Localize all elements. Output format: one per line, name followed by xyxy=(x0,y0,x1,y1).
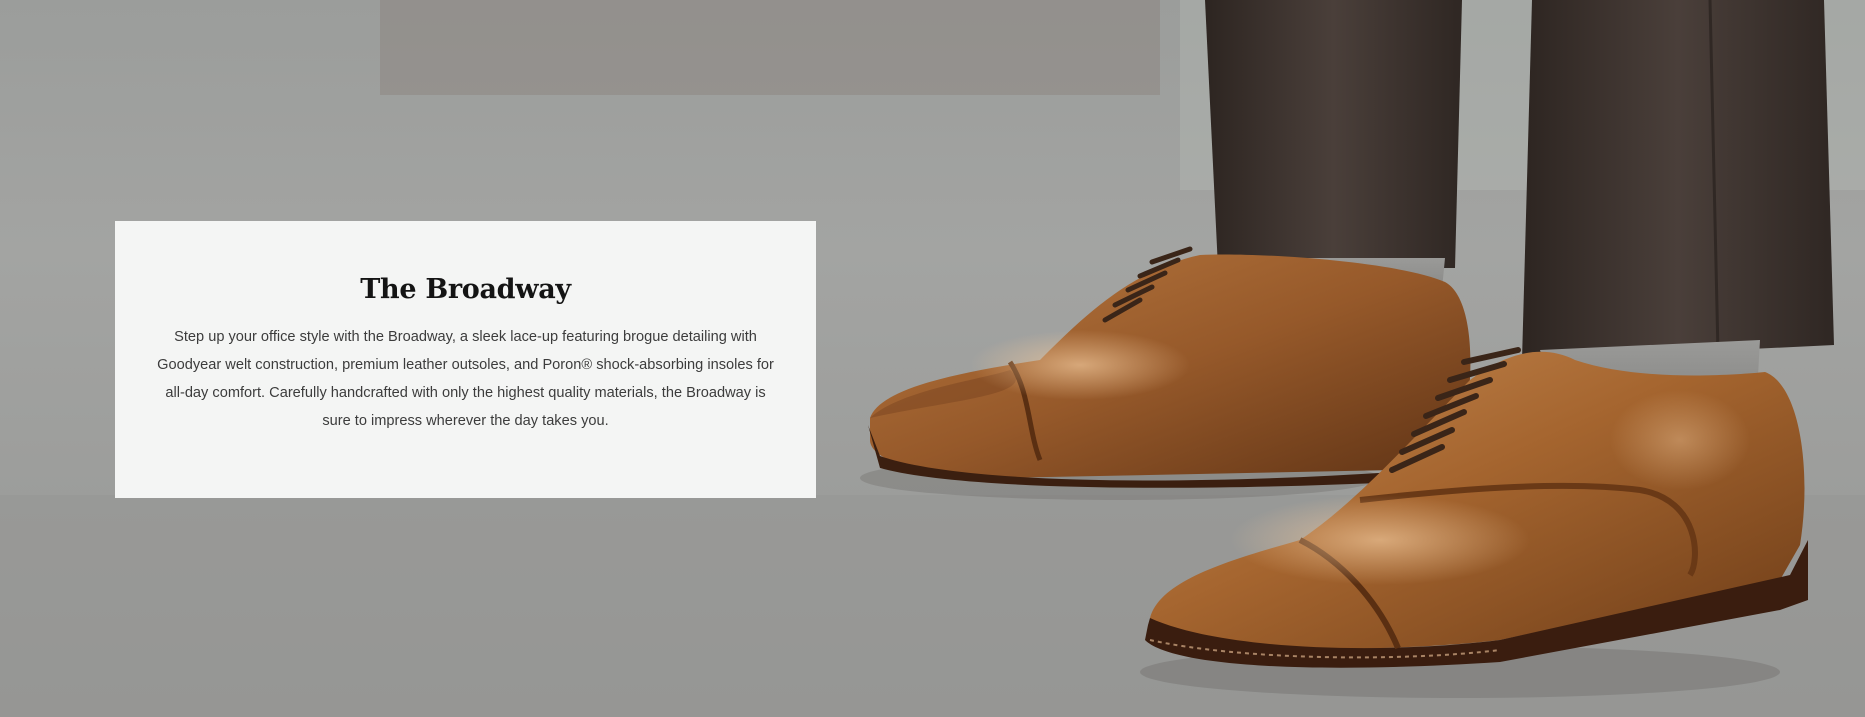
product-description: Step up your office style with the Broad… xyxy=(157,329,774,429)
product-hero-banner: The Broadway Step up your office style w… xyxy=(0,0,1865,717)
product-info-card: The Broadway Step up your office style w… xyxy=(115,221,816,498)
product-title: The Broadway xyxy=(360,274,571,305)
